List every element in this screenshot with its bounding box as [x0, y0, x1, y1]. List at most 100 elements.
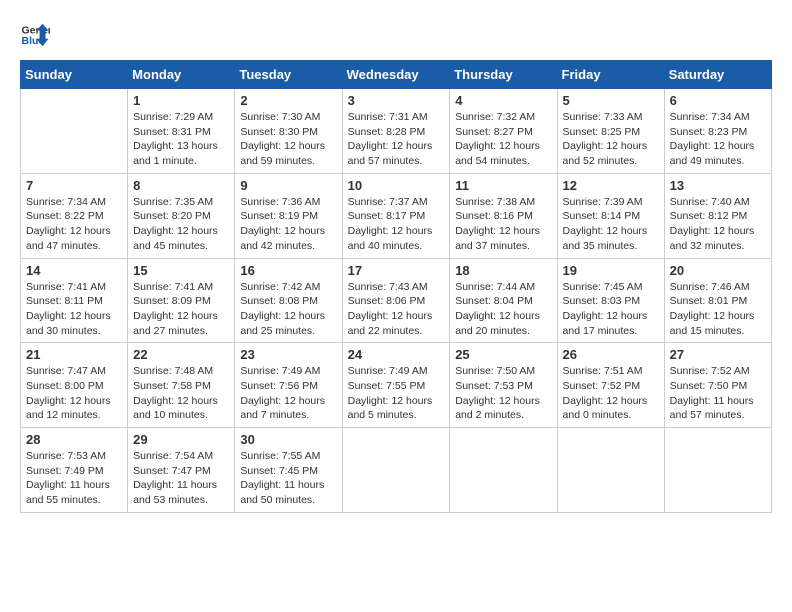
day-number: 8: [133, 178, 229, 193]
day-number: 22: [133, 347, 229, 362]
week-row-2: 14 Sunrise: 7:41 AM Sunset: 8:11 PM Dayli…: [21, 258, 772, 343]
calendar-cell: 28 Sunrise: 7:53 AM Sunset: 7:49 PM Dayli…: [21, 428, 128, 513]
day-number: 26: [563, 347, 659, 362]
week-row-4: 28 Sunrise: 7:53 AM Sunset: 7:49 PM Dayli…: [21, 428, 772, 513]
weekday-header-tuesday: Tuesday: [235, 61, 342, 89]
calendar-cell: 6 Sunrise: 7:34 AM Sunset: 8:23 PM Daylig…: [664, 89, 771, 174]
day-number: 7: [26, 178, 122, 193]
cell-info: Sunrise: 7:46 AM Sunset: 8:01 PM Dayligh…: [670, 280, 766, 339]
cell-info: Sunrise: 7:49 AM Sunset: 7:56 PM Dayligh…: [240, 364, 336, 423]
cell-info: Sunrise: 7:32 AM Sunset: 8:27 PM Dayligh…: [455, 110, 551, 169]
calendar-cell: 4 Sunrise: 7:32 AM Sunset: 8:27 PM Daylig…: [450, 89, 557, 174]
calendar-cell: [342, 428, 450, 513]
weekday-header-monday: Monday: [128, 61, 235, 89]
calendar-cell: [664, 428, 771, 513]
cell-info: Sunrise: 7:50 AM Sunset: 7:53 PM Dayligh…: [455, 364, 551, 423]
day-number: 13: [670, 178, 766, 193]
calendar-cell: 30 Sunrise: 7:55 AM Sunset: 7:45 PM Dayli…: [235, 428, 342, 513]
calendar-cell: 3 Sunrise: 7:31 AM Sunset: 8:28 PM Daylig…: [342, 89, 450, 174]
day-number: 4: [455, 93, 551, 108]
calendar-cell: 7 Sunrise: 7:34 AM Sunset: 8:22 PM Daylig…: [21, 173, 128, 258]
cell-info: Sunrise: 7:41 AM Sunset: 8:11 PM Dayligh…: [26, 280, 122, 339]
cell-info: Sunrise: 7:49 AM Sunset: 7:55 PM Dayligh…: [348, 364, 445, 423]
week-row-3: 21 Sunrise: 7:47 AM Sunset: 8:00 PM Dayli…: [21, 343, 772, 428]
cell-info: Sunrise: 7:34 AM Sunset: 8:23 PM Dayligh…: [670, 110, 766, 169]
calendar-cell: 1 Sunrise: 7:29 AM Sunset: 8:31 PM Daylig…: [128, 89, 235, 174]
day-number: 28: [26, 432, 122, 447]
cell-info: Sunrise: 7:41 AM Sunset: 8:09 PM Dayligh…: [133, 280, 229, 339]
cell-info: Sunrise: 7:53 AM Sunset: 7:49 PM Dayligh…: [26, 449, 122, 508]
day-number: 11: [455, 178, 551, 193]
calendar-cell: 18 Sunrise: 7:44 AM Sunset: 8:04 PM Dayli…: [450, 258, 557, 343]
calendar-cell: 23 Sunrise: 7:49 AM Sunset: 7:56 PM Dayli…: [235, 343, 342, 428]
calendar-cell: 2 Sunrise: 7:30 AM Sunset: 8:30 PM Daylig…: [235, 89, 342, 174]
calendar-cell: 24 Sunrise: 7:49 AM Sunset: 7:55 PM Dayli…: [342, 343, 450, 428]
weekday-header-wednesday: Wednesday: [342, 61, 450, 89]
weekday-header-saturday: Saturday: [664, 61, 771, 89]
day-number: 14: [26, 263, 122, 278]
calendar-cell: 20 Sunrise: 7:46 AM Sunset: 8:01 PM Dayli…: [664, 258, 771, 343]
calendar: SundayMondayTuesdayWednesdayThursdayFrid…: [20, 60, 772, 513]
day-number: 2: [240, 93, 336, 108]
cell-info: Sunrise: 7:30 AM Sunset: 8:30 PM Dayligh…: [240, 110, 336, 169]
cell-info: Sunrise: 7:38 AM Sunset: 8:16 PM Dayligh…: [455, 195, 551, 254]
cell-info: Sunrise: 7:42 AM Sunset: 8:08 PM Dayligh…: [240, 280, 336, 339]
logo: General Blue: [20, 20, 50, 50]
calendar-cell: 16 Sunrise: 7:42 AM Sunset: 8:08 PM Dayli…: [235, 258, 342, 343]
cell-info: Sunrise: 7:45 AM Sunset: 8:03 PM Dayligh…: [563, 280, 659, 339]
calendar-cell: [557, 428, 664, 513]
logo-icon: General Blue: [20, 20, 50, 50]
calendar-cell: [450, 428, 557, 513]
week-row-0: 1 Sunrise: 7:29 AM Sunset: 8:31 PM Daylig…: [21, 89, 772, 174]
header: General Blue: [20, 20, 772, 50]
calendar-cell: 22 Sunrise: 7:48 AM Sunset: 7:58 PM Dayli…: [128, 343, 235, 428]
calendar-cell: 27 Sunrise: 7:52 AM Sunset: 7:50 PM Dayli…: [664, 343, 771, 428]
day-number: 17: [348, 263, 445, 278]
weekday-header-friday: Friday: [557, 61, 664, 89]
weekday-header-row: SundayMondayTuesdayWednesdayThursdayFrid…: [21, 61, 772, 89]
calendar-cell: 13 Sunrise: 7:40 AM Sunset: 8:12 PM Dayli…: [664, 173, 771, 258]
cell-info: Sunrise: 7:31 AM Sunset: 8:28 PM Dayligh…: [348, 110, 445, 169]
day-number: 20: [670, 263, 766, 278]
cell-info: Sunrise: 7:36 AM Sunset: 8:19 PM Dayligh…: [240, 195, 336, 254]
cell-info: Sunrise: 7:47 AM Sunset: 8:00 PM Dayligh…: [26, 364, 122, 423]
day-number: 3: [348, 93, 445, 108]
calendar-cell: 15 Sunrise: 7:41 AM Sunset: 8:09 PM Dayli…: [128, 258, 235, 343]
day-number: 15: [133, 263, 229, 278]
cell-info: Sunrise: 7:40 AM Sunset: 8:12 PM Dayligh…: [670, 195, 766, 254]
day-number: 27: [670, 347, 766, 362]
calendar-cell: 9 Sunrise: 7:36 AM Sunset: 8:19 PM Daylig…: [235, 173, 342, 258]
day-number: 24: [348, 347, 445, 362]
day-number: 23: [240, 347, 336, 362]
cell-info: Sunrise: 7:33 AM Sunset: 8:25 PM Dayligh…: [563, 110, 659, 169]
cell-info: Sunrise: 7:34 AM Sunset: 8:22 PM Dayligh…: [26, 195, 122, 254]
calendar-cell: 21 Sunrise: 7:47 AM Sunset: 8:00 PM Dayli…: [21, 343, 128, 428]
calendar-cell: 17 Sunrise: 7:43 AM Sunset: 8:06 PM Dayli…: [342, 258, 450, 343]
cell-info: Sunrise: 7:39 AM Sunset: 8:14 PM Dayligh…: [563, 195, 659, 254]
cell-info: Sunrise: 7:35 AM Sunset: 8:20 PM Dayligh…: [133, 195, 229, 254]
week-row-1: 7 Sunrise: 7:34 AM Sunset: 8:22 PM Daylig…: [21, 173, 772, 258]
day-number: 9: [240, 178, 336, 193]
day-number: 16: [240, 263, 336, 278]
cell-info: Sunrise: 7:52 AM Sunset: 7:50 PM Dayligh…: [670, 364, 766, 423]
day-number: 1: [133, 93, 229, 108]
day-number: 30: [240, 432, 336, 447]
day-number: 6: [670, 93, 766, 108]
calendar-cell: 19 Sunrise: 7:45 AM Sunset: 8:03 PM Dayli…: [557, 258, 664, 343]
day-number: 19: [563, 263, 659, 278]
cell-info: Sunrise: 7:48 AM Sunset: 7:58 PM Dayligh…: [133, 364, 229, 423]
cell-info: Sunrise: 7:54 AM Sunset: 7:47 PM Dayligh…: [133, 449, 229, 508]
cell-info: Sunrise: 7:43 AM Sunset: 8:06 PM Dayligh…: [348, 280, 445, 339]
cell-info: Sunrise: 7:55 AM Sunset: 7:45 PM Dayligh…: [240, 449, 336, 508]
cell-info: Sunrise: 7:29 AM Sunset: 8:31 PM Dayligh…: [133, 110, 229, 169]
cell-info: Sunrise: 7:44 AM Sunset: 8:04 PM Dayligh…: [455, 280, 551, 339]
weekday-header-thursday: Thursday: [450, 61, 557, 89]
calendar-cell: 10 Sunrise: 7:37 AM Sunset: 8:17 PM Dayli…: [342, 173, 450, 258]
day-number: 21: [26, 347, 122, 362]
calendar-cell: 12 Sunrise: 7:39 AM Sunset: 8:14 PM Dayli…: [557, 173, 664, 258]
cell-info: Sunrise: 7:37 AM Sunset: 8:17 PM Dayligh…: [348, 195, 445, 254]
day-number: 12: [563, 178, 659, 193]
day-number: 10: [348, 178, 445, 193]
day-number: 18: [455, 263, 551, 278]
calendar-cell: [21, 89, 128, 174]
